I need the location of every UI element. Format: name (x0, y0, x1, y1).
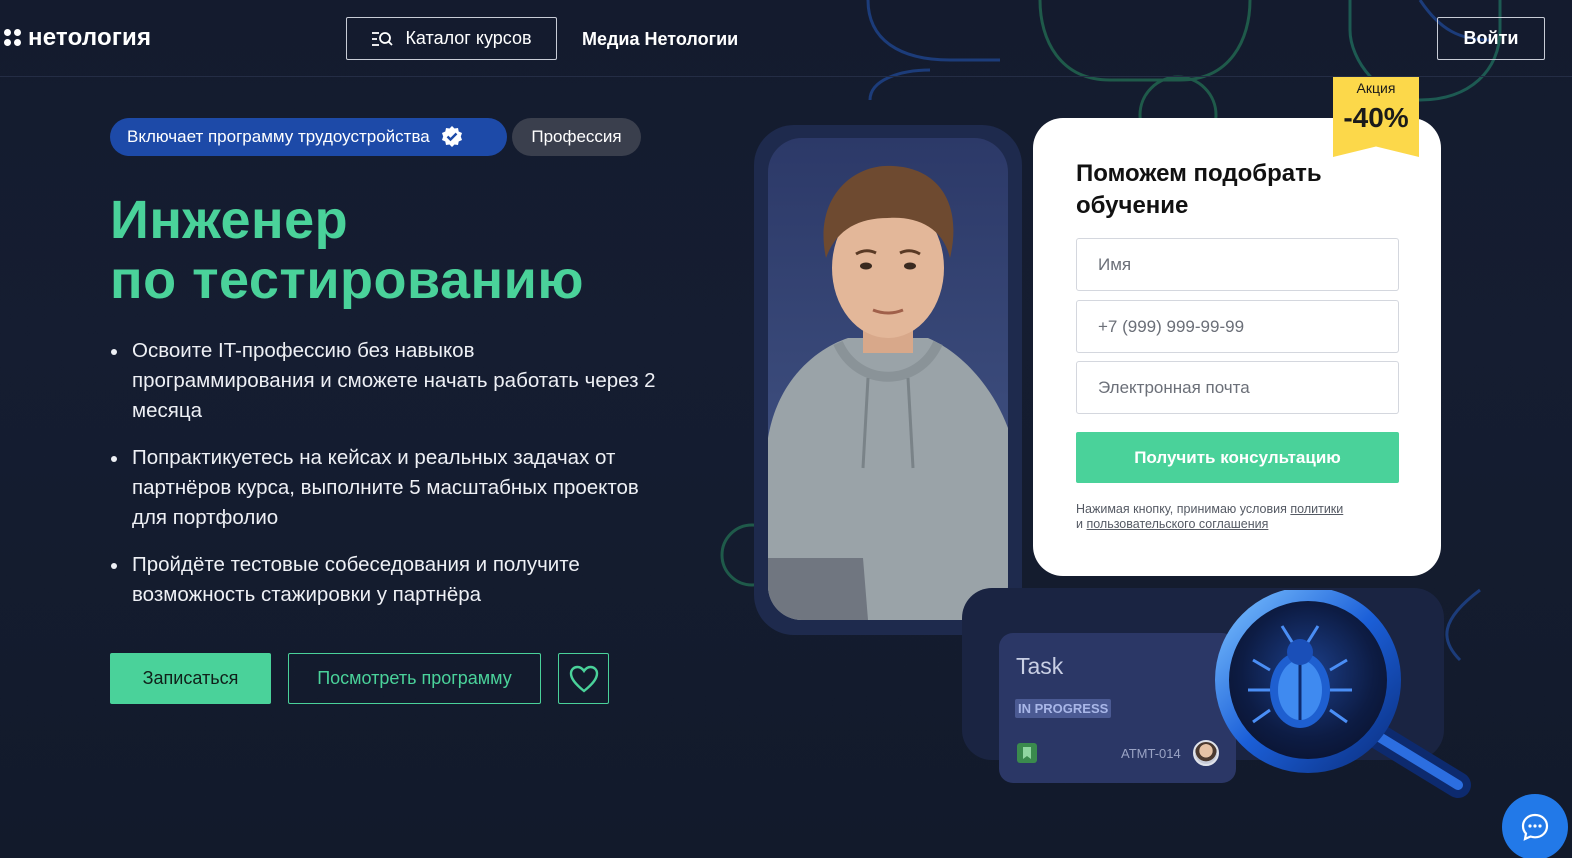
bookmark-icon (1017, 743, 1037, 763)
benefit-item: Попрактикуетесь на кейсах и реальных зад… (110, 443, 660, 533)
chat-icon (1521, 813, 1549, 841)
catalog-button[interactable]: Каталог курсов (346, 17, 557, 60)
benefit-item: Освоите IT-профессию без навыков програм… (110, 336, 660, 426)
benefit-item: Пройдёте тестовые собеседования и получи… (110, 550, 660, 610)
page-title: Инженер по тестированию (110, 190, 584, 310)
email-field[interactable] (1076, 361, 1399, 414)
disclaimer-and: и (1076, 517, 1083, 531)
media-link[interactable]: Медиа Нетологии (582, 29, 738, 50)
task-status-badge: IN PROGRESS (1015, 699, 1112, 718)
user-agreement-link[interactable]: пользовательского соглашения (1086, 517, 1268, 531)
bug-magnifier-icon (1215, 590, 1471, 798)
form-title: Поможем подобрать обучение (1076, 160, 1322, 219)
favorite-button[interactable] (558, 653, 609, 704)
consultation-form: Поможем подобрать обучение Получить конс… (1033, 118, 1441, 576)
student-illustration (768, 165, 1008, 620)
title-line-1: Инженер (110, 190, 349, 250)
login-button[interactable]: Войти (1437, 17, 1545, 60)
task-title: Task (1016, 653, 1064, 679)
promo-ribbon: Акция -40% (1333, 77, 1419, 157)
get-consultation-button[interactable]: Получить консультацию (1076, 432, 1399, 483)
employment-tag-label: Включает программу трудоустройства (127, 127, 430, 146)
form-disclaimer: Нажимая кнопку, принимаю условия политик… (1076, 502, 1396, 532)
task-id: ATMT-014 (1121, 746, 1181, 761)
logo[interactable]: нетология (4, 24, 151, 52)
heart-icon (569, 665, 598, 693)
catalog-search-icon (372, 31, 394, 46)
verified-check-icon (441, 126, 462, 147)
policy-link[interactable]: политики (1290, 502, 1343, 516)
title-line-2: по тестированию (110, 250, 584, 310)
logo-icon (4, 29, 22, 47)
signup-button[interactable]: Записаться (110, 653, 271, 704)
student-photo (768, 138, 1008, 620)
logo-text: нетология (28, 24, 152, 51)
chat-button[interactable] (1502, 794, 1568, 858)
site-header: нетология Каталог курсов Медиа Нетологии… (0, 0, 1572, 77)
name-field[interactable] (1076, 238, 1399, 291)
benefits-list: Освоите IT-профессию без навыков програм… (110, 336, 660, 627)
promo-discount: -40% (1343, 102, 1409, 133)
promo-label: Акция (1333, 77, 1419, 99)
disclaimer-text: Нажимая кнопку, принимаю условия (1076, 502, 1287, 516)
catalog-label: Каталог курсов (405, 28, 532, 48)
phone-field[interactable] (1076, 300, 1399, 353)
profession-tag: Профессия (512, 118, 641, 156)
task-card: Task IN PROGRESS ATMT-014 (999, 633, 1236, 783)
view-program-button[interactable]: Посмотреть программу (288, 653, 541, 704)
employment-tag: Включает программу трудоустройства (110, 118, 507, 156)
